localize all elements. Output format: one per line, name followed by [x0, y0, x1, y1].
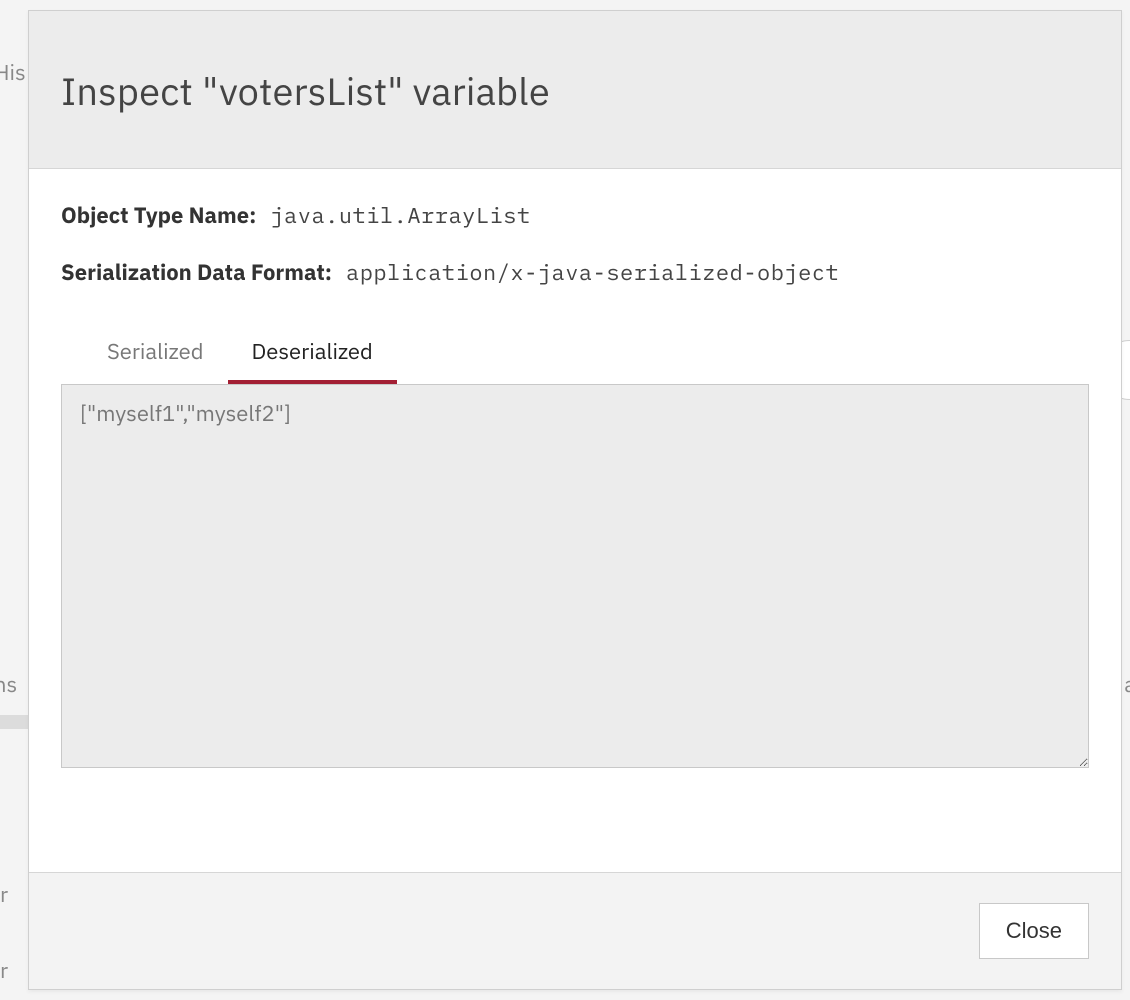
- variable-value-textarea[interactable]: [61, 384, 1089, 768]
- modal-title: Inspect "votersList" variable: [61, 67, 1089, 116]
- background-text: His: [0, 58, 26, 87]
- background-strip: [0, 715, 28, 729]
- close-button[interactable]: Close: [979, 903, 1089, 959]
- inspect-variable-modal: Inspect "votersList" variable Object Typ…: [28, 10, 1122, 990]
- serialization-format-value: application/x-java-serialized-object: [346, 258, 839, 287]
- background-text: ns: [0, 670, 17, 699]
- object-type-label: Object Type Name:: [61, 201, 256, 230]
- background-text: r: [0, 956, 8, 985]
- tabs: Serialized Deserialized: [61, 327, 1089, 384]
- modal-body: Object Type Name: java.util.ArrayList Se…: [29, 169, 1121, 793]
- tab-deserialized[interactable]: Deserialized: [228, 327, 397, 384]
- serialization-format-label: Serialization Data Format:: [61, 258, 332, 287]
- background-text: a: [1124, 670, 1130, 699]
- background-text: r: [0, 880, 8, 909]
- serialization-format-row: Serialization Data Format: application/x…: [61, 258, 1089, 287]
- value-area-wrap: [61, 384, 1089, 773]
- object-type-value: java.util.ArrayList: [270, 201, 530, 230]
- object-type-row: Object Type Name: java.util.ArrayList: [61, 201, 1089, 230]
- modal-header: Inspect "votersList" variable: [29, 11, 1121, 169]
- tab-serialized[interactable]: Serialized: [83, 327, 228, 384]
- modal-footer: Close: [29, 872, 1121, 989]
